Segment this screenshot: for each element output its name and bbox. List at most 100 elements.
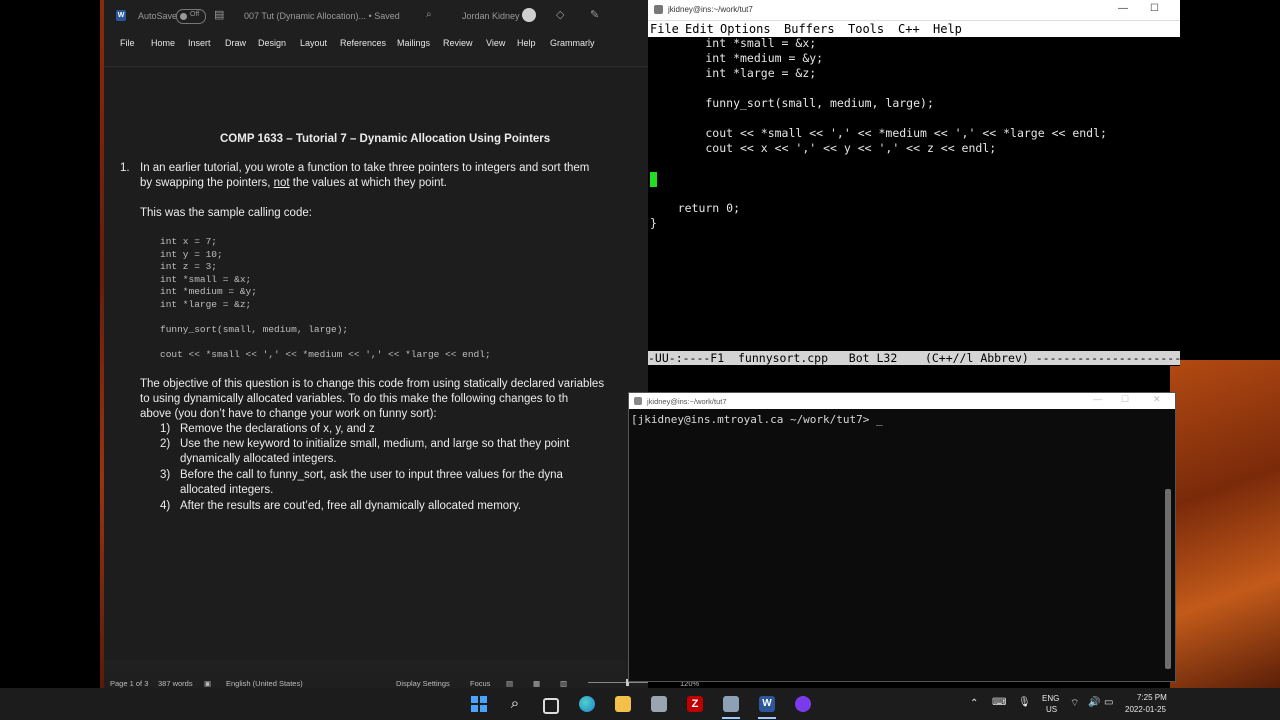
code-line: int *large = &z;	[160, 299, 252, 310]
code-line: int z = 3;	[160, 261, 218, 272]
menu-grammarly[interactable]: Grammarly	[550, 38, 595, 48]
emacs-menu-options[interactable]: Options	[720, 22, 771, 36]
web-layout-icon[interactable]: ▥	[560, 679, 567, 688]
code-line: cout << *small << ',' << *medium << ',' …	[160, 349, 491, 360]
menu-references[interactable]: References	[340, 38, 386, 48]
obs-icon[interactable]	[795, 696, 811, 712]
emacs-menu-edit[interactable]: Edit	[685, 22, 714, 36]
emacs-menu-tools[interactable]: Tools	[848, 22, 884, 36]
edge-icon[interactable]	[579, 696, 595, 712]
code-line: return 0;	[650, 201, 741, 215]
save-icon[interactable]: ▤	[214, 8, 224, 21]
wifi-icon[interactable]: ⌔	[1070, 697, 1079, 710]
maximize-icon[interactable]: ☐	[1150, 3, 1159, 14]
code-line: cout << *small << ',' << *medium << ',' …	[650, 126, 1107, 140]
page-count[interactable]: Page 1 of 3	[110, 679, 148, 688]
sample-intro: This was the sample calling code:	[140, 207, 312, 219]
search-icon[interactable]: ⌕	[426, 9, 432, 20]
word-taskbar-icon[interactable]: W	[759, 696, 775, 712]
code-line: int *large = &z;	[650, 66, 817, 80]
word-window: W AutoSave Off ▤ 007 Tut (Dynamic Alloca…	[104, 0, 699, 692]
terminal-title-bar: jkidney@ins:~/work/tut7 — ☐ ✕	[629, 393, 1175, 409]
word-title-bar: W AutoSave Off ▤ 007 Tut (Dynamic Alloca…	[104, 0, 648, 32]
avatar[interactable]	[522, 8, 536, 22]
step-number: 2)	[160, 438, 171, 450]
step-text: Use the new keyword to initialize small,…	[180, 438, 570, 450]
emacs-menu-cpp[interactable]: C++	[898, 22, 920, 36]
app-icon	[634, 397, 642, 405]
maximize-icon[interactable]: ☐	[1121, 394, 1129, 405]
menu-review[interactable]: Review	[443, 38, 473, 48]
keyboard-icon[interactable]: ⌨	[992, 697, 1006, 708]
emacs-menu-file[interactable]: File	[650, 22, 679, 36]
microphone-icon[interactable]: 🎙	[1018, 697, 1031, 708]
print-layout-icon[interactable]: ▦	[533, 679, 540, 688]
terminal-prompt: [jkidney@ins.mtroyal.ca ~/work/tut7> _	[631, 413, 883, 426]
zoom-slider[interactable]	[588, 682, 648, 683]
objective-line-2: to using dynamically allocated variables…	[140, 393, 569, 405]
menu-home[interactable]: Home	[151, 38, 175, 48]
menu-draw[interactable]: Draw	[225, 38, 246, 48]
question-number: 1.	[120, 162, 130, 174]
step-text: After the results are cout’ed, free all …	[180, 500, 522, 512]
terminal-title: jkidney@ins:~/work/tut7	[647, 397, 727, 406]
search-icon[interactable]: ⌕	[507, 696, 523, 712]
active-app-indicator	[722, 717, 740, 719]
menu-mailings[interactable]: Mailings	[397, 38, 430, 48]
chevron-up-icon[interactable]: ⌃	[970, 698, 978, 709]
proofing-icon[interactable]: ▣	[204, 679, 211, 688]
emacs-menu-bar: File Edit Options Buffers Tools C++ Help	[648, 20, 1180, 37]
language[interactable]: English (United States)	[226, 679, 303, 688]
volume-icon[interactable]: 🔊	[1088, 697, 1100, 708]
menu-insert[interactable]: Insert	[188, 38, 211, 48]
putty-icon[interactable]	[723, 696, 739, 712]
clock-date[interactable]: 2022-01-25	[1125, 705, 1166, 714]
emacs-menu-buffers[interactable]: Buffers	[784, 22, 835, 36]
pen-icon[interactable]: ✎	[590, 8, 599, 21]
focus-mode[interactable]: Focus	[470, 679, 490, 688]
doc-title[interactable]: 007 Tut (Dynamic Allocation)... • Saved	[244, 11, 400, 21]
close-icon[interactable]: ✕	[1153, 394, 1161, 405]
menu-design[interactable]: Design	[258, 38, 286, 48]
app-icon	[654, 5, 663, 14]
menu-layout[interactable]: Layout	[300, 38, 327, 48]
menu-file[interactable]: File	[120, 38, 135, 48]
word-count[interactable]: 387 words	[158, 679, 193, 688]
code-line: funny_sort(small, medium, large);	[650, 96, 934, 110]
emacs-title-bar: jkidney@ins:~/work/tut7 — ☐	[648, 0, 1180, 20]
question-line-2-not: not	[273, 177, 290, 189]
file-explorer-icon[interactable]	[615, 696, 631, 712]
code-line: int y = 10;	[160, 249, 223, 260]
user-name[interactable]: Jordan Kidney	[462, 11, 520, 21]
task-view-icon[interactable]	[543, 698, 559, 714]
language-top[interactable]: ENG	[1042, 694, 1059, 703]
emacs-mode-line: -UU-:----F1 funnysort.cpp Bot L32 (C++//…	[648, 351, 1180, 365]
question-line-2-b: the values at which they point.	[289, 177, 447, 189]
emacs-editor[interactable]: int *small = &x; int *medium = &y; int *…	[648, 36, 1180, 350]
language-bottom[interactable]: US	[1046, 705, 1057, 714]
autosave-toggle[interactable]: Off	[176, 9, 206, 24]
display-settings[interactable]: Display Settings	[396, 679, 450, 688]
word-app-icon: W	[116, 10, 126, 21]
emacs-title: jkidney@ins:~/work/tut7	[668, 5, 753, 14]
terminal-scrollbar[interactable]	[1165, 489, 1171, 669]
diamond-icon[interactable]: ◇	[556, 8, 564, 21]
minimize-icon[interactable]: —	[1093, 394, 1102, 404]
desktop-background	[1175, 0, 1280, 380]
step-number: 3)	[160, 469, 171, 481]
terminal-window[interactable]: jkidney@ins:~/work/tut7 — ☐ ✕ [jkidney@i…	[628, 392, 1176, 682]
desktop-wallpaper-right	[1170, 360, 1280, 688]
clock-time[interactable]: 7:25 PM	[1137, 693, 1167, 702]
terminal-app-icon[interactable]	[651, 696, 667, 712]
menu-help[interactable]: Help	[517, 38, 536, 48]
filezilla-icon[interactable]: Z	[687, 696, 703, 712]
read-mode-icon[interactable]: ▤	[506, 679, 513, 688]
step-text: Before the call to funny_sort, ask the u…	[180, 469, 563, 481]
battery-icon[interactable]: ▭	[1104, 697, 1113, 708]
code-line: int *small = &x;	[650, 36, 817, 50]
emacs-menu-help[interactable]: Help	[933, 22, 962, 36]
menu-view[interactable]: View	[486, 38, 505, 48]
windows-start-icon[interactable]	[471, 696, 487, 712]
document-body[interactable]: COMP 1633 – Tutorial 7 – Dynamic Allocat…	[104, 68, 648, 660]
minimize-icon[interactable]: —	[1118, 3, 1128, 14]
